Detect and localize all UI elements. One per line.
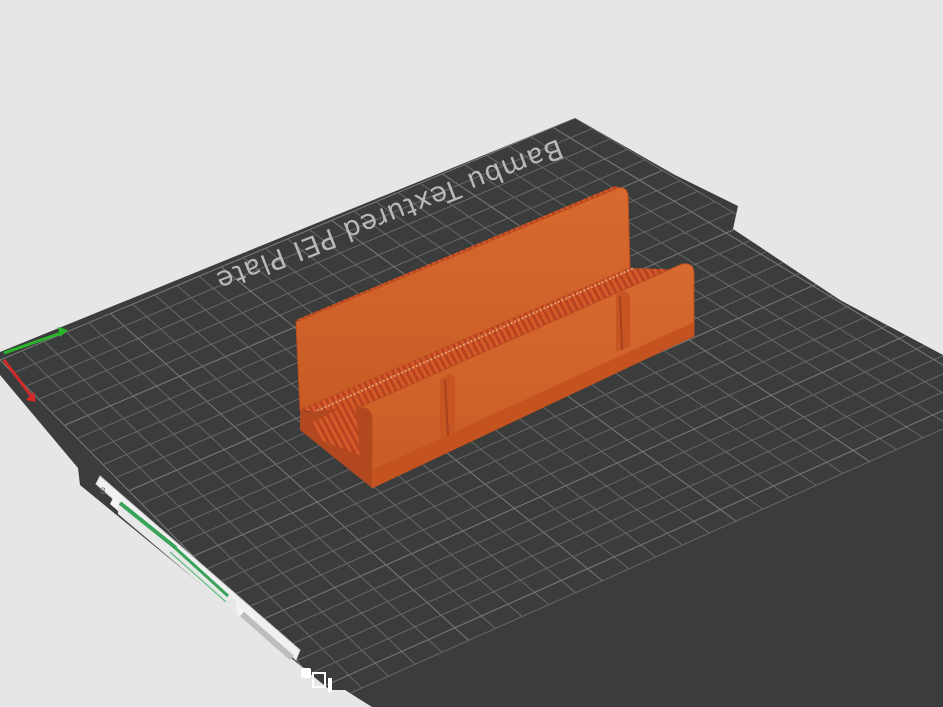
- plate-index-icon: 8: [100, 487, 106, 497]
- 3d-viewport[interactable]: Bambu Textured PEI Plate 8: [0, 0, 943, 707]
- lock-icon[interactable]: [301, 668, 311, 678]
- settings-icon[interactable]: [328, 678, 332, 692]
